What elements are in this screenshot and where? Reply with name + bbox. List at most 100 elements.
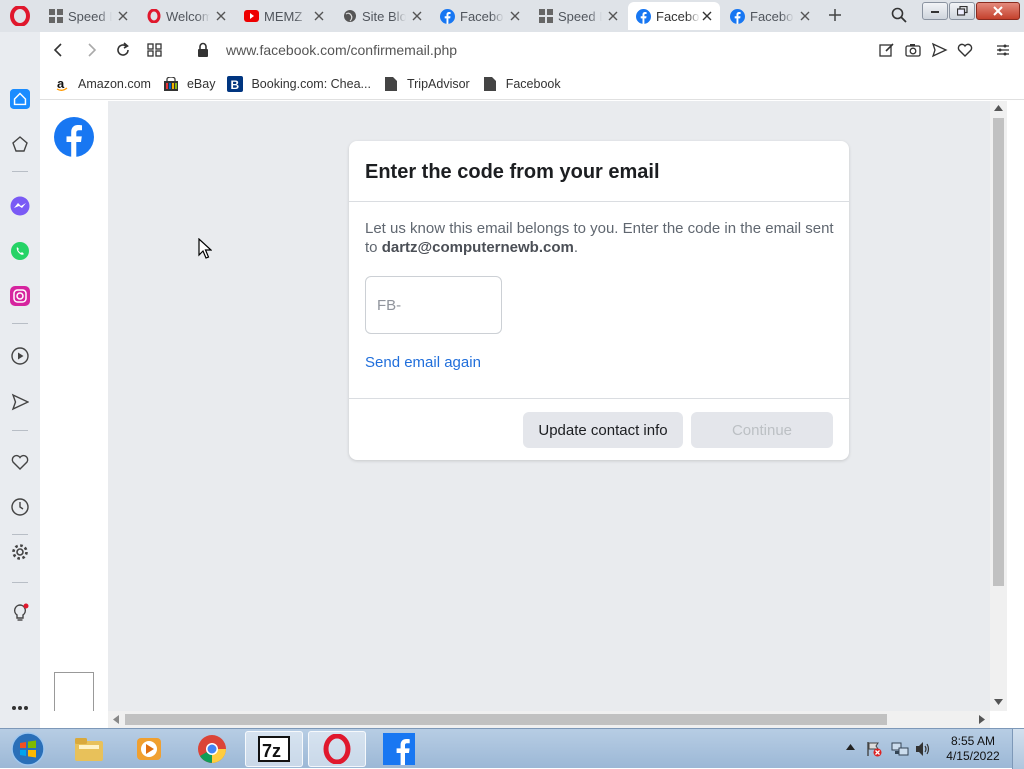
- vertical-scroll-thumb[interactable]: [993, 118, 1004, 586]
- bookmark-booking[interactable]: B Booking.com: Chea...: [227, 75, 371, 92]
- opera-menu-icon[interactable]: [10, 6, 30, 26]
- close-tab-icon[interactable]: [606, 9, 620, 23]
- taskbar-chrome[interactable]: [183, 731, 241, 767]
- windows-logo-icon: [11, 732, 45, 766]
- confirm-email-card: Enter the code from your email Let us kn…: [349, 141, 849, 460]
- windows-taskbar: 7z 8:55 AM 4/15/2022: [0, 728, 1024, 769]
- reload-icon[interactable]: [114, 41, 132, 59]
- messenger-icon[interactable]: [10, 196, 30, 216]
- bookmark-label: Amazon.com: [78, 76, 151, 91]
- tab-facebook-active[interactable]: Facebook: [628, 2, 720, 30]
- taskbar-media-player[interactable]: [120, 731, 178, 767]
- url-field[interactable]: www.facebook.com/confirmemail.php: [226, 42, 457, 58]
- send-email-again-link[interactable]: Send email again: [365, 354, 481, 371]
- close-tab-icon[interactable]: [116, 9, 130, 23]
- close-tab-icon[interactable]: [798, 9, 812, 23]
- bookmark-label: Booking.com: Chea...: [251, 76, 371, 91]
- tab-welcome[interactable]: Welcome: [138, 2, 234, 30]
- page-viewport: Enter the code from your email Let us kn…: [40, 101, 990, 712]
- close-window-button[interactable]: [976, 2, 1020, 20]
- taskbar-opera[interactable]: [308, 731, 366, 767]
- send-icon[interactable]: [930, 41, 948, 59]
- home-icon[interactable]: [10, 89, 30, 109]
- facebook-icon: [440, 8, 455, 24]
- send-icon[interactable]: [10, 392, 30, 412]
- bookmark-label: TripAdvisor: [406, 76, 470, 91]
- system-clock[interactable]: 8:55 AM 4/15/2022: [940, 734, 1006, 764]
- bookmark-tripadvisor[interactable]: TripAdvisor: [383, 76, 470, 92]
- sidebar-divider: [12, 323, 28, 324]
- facebook-logo-icon[interactable]: [54, 117, 94, 157]
- opera-icon: [323, 734, 351, 764]
- new-tab-icon[interactable]: [826, 6, 844, 24]
- taskbar-explorer[interactable]: [60, 731, 118, 767]
- minimize-button[interactable]: [922, 2, 948, 20]
- tab-facebook-1[interactable]: Facebook: [432, 2, 528, 30]
- close-tab-icon[interactable]: [508, 9, 522, 23]
- volume-icon[interactable]: [914, 741, 932, 757]
- tab-speed-dial-1[interactable]: Speed Dial: [40, 2, 136, 30]
- history-icon[interactable]: [10, 497, 30, 517]
- clock-date: 4/15/2022: [946, 749, 1000, 763]
- easy-setup-icon[interactable]: [994, 41, 1012, 59]
- speed-dial-icon[interactable]: [10, 134, 30, 154]
- vertical-scrollbar[interactable]: [990, 101, 1007, 711]
- whatsapp-icon[interactable]: [10, 241, 30, 261]
- grid-icon: [538, 9, 553, 24]
- ebay-icon: [163, 76, 179, 92]
- scroll-left-arrow-icon[interactable]: [113, 715, 119, 724]
- taskbar-7zip[interactable]: 7z: [245, 731, 303, 767]
- show-desktop-button[interactable]: [1012, 729, 1024, 769]
- show-hidden-icons[interactable]: [846, 744, 855, 750]
- horizontal-scrollbar[interactable]: [108, 711, 990, 728]
- chrome-icon: [198, 735, 226, 763]
- edit-icon[interactable]: [878, 41, 896, 59]
- network-icon[interactable]: [891, 741, 909, 757]
- maximize-button[interactable]: [949, 2, 975, 20]
- card-description: Let us know this email belongs to you. E…: [365, 219, 835, 257]
- forward-icon[interactable]: [82, 41, 100, 59]
- continue-button[interactable]: Continue: [691, 412, 833, 448]
- horizontal-scroll-thumb[interactable]: [125, 714, 887, 725]
- tab-speed-dial-2[interactable]: Speed Dial: [530, 2, 626, 30]
- close-tab-icon[interactable]: [410, 9, 424, 23]
- search-tabs-icon[interactable]: [890, 6, 908, 24]
- scroll-down-arrow-icon[interactable]: [994, 699, 1003, 705]
- heart-icon[interactable]: [10, 452, 30, 472]
- tab-facebook-3[interactable]: Facebook: [722, 2, 818, 30]
- tab-title: Facebook: [656, 8, 700, 24]
- lock-icon[interactable]: [194, 41, 212, 59]
- heart-icon[interactable]: [956, 41, 974, 59]
- lightbulb-icon[interactable]: [10, 603, 30, 623]
- bookmark-ebay[interactable]: eBay: [163, 76, 215, 92]
- start-button[interactable]: [0, 731, 56, 767]
- more-icon[interactable]: [10, 698, 30, 718]
- camera-icon[interactable]: [904, 41, 922, 59]
- close-tab-icon[interactable]: [312, 9, 326, 23]
- tab-memz[interactable]: MEMZ: [236, 2, 332, 30]
- bookmark-amazon[interactable]: a Amazon.com: [54, 76, 151, 92]
- update-contact-info-button[interactable]: Update contact info: [523, 412, 683, 448]
- broken-image: [54, 672, 94, 712]
- page-icon: [383, 76, 399, 92]
- tab-bar: Speed Dial Welcome MEMZ Site Blocked Fac…: [0, 0, 1024, 32]
- bookmark-facebook[interactable]: Facebook: [482, 76, 561, 92]
- sidebar-divider: [12, 171, 28, 172]
- tab-site-blocked[interactable]: Site Blocked: [334, 2, 430, 30]
- back-icon[interactable]: [50, 41, 68, 59]
- close-tab-icon[interactable]: [700, 9, 714, 23]
- action-center-flag-icon[interactable]: [866, 741, 882, 757]
- tab-grid-icon[interactable]: [146, 41, 164, 59]
- taskbar-facebook[interactable]: [370, 731, 428, 767]
- close-tab-icon[interactable]: [214, 9, 228, 23]
- mouse-cursor-icon: [198, 238, 212, 259]
- svg-text:7z: 7z: [262, 741, 281, 761]
- settings-icon[interactable]: [10, 542, 30, 562]
- tab-title: Speed Dial: [68, 8, 112, 24]
- scroll-right-arrow-icon[interactable]: [979, 715, 985, 724]
- confirmation-code-input[interactable]: [365, 276, 502, 334]
- instagram-icon[interactable]: [10, 286, 30, 306]
- scroll-up-arrow-icon[interactable]: [994, 105, 1003, 111]
- player-icon[interactable]: [10, 346, 30, 366]
- 7zip-icon: 7z: [258, 736, 290, 762]
